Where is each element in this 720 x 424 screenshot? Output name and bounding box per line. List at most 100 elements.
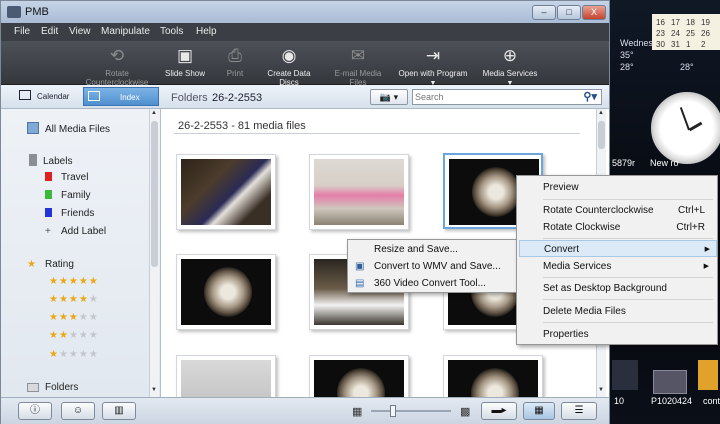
menu-item-convert-to-wmv[interactable]: ▣ Convert to WMV and Save... — [350, 258, 514, 275]
clock-hour-hand — [688, 121, 703, 132]
weather-temp: 35° — [620, 50, 634, 60]
search-input[interactable] — [415, 91, 575, 103]
desktop-icon-label[interactable]: 5879r — [612, 158, 635, 168]
menu-item-label: 360 Video Convert Tool... — [374, 278, 486, 289]
sidebar-item-family[interactable]: Family — [45, 190, 90, 201]
menu-item-label: Resize and Save... — [374, 244, 458, 255]
desktop-icon-label[interactable]: 10 — [614, 396, 624, 406]
menu-separator — [543, 199, 713, 200]
calendar-day: 16 — [656, 18, 665, 27]
tab-calendar-label: Calendar — [37, 92, 70, 101]
menu-tools[interactable]: Tools — [160, 26, 183, 37]
header-divider — [174, 133, 580, 134]
menu-item-resize-and-save[interactable]: Resize and Save... — [350, 241, 514, 258]
media-thumbnail[interactable] — [309, 154, 409, 230]
scrollbar-thumb[interactable] — [598, 121, 605, 149]
zoom-slider-handle[interactable] — [390, 405, 396, 417]
menu-item-360-video-convert[interactable]: ▤ 360 Video Convert Tool... — [350, 275, 514, 292]
rotate-counterclockwise-button[interactable]: ⟲ Rotate Counterclockwise — [75, 46, 159, 87]
print-button[interactable]: ⎙ Print — [223, 46, 247, 78]
open-with-program-button[interactable]: ⇥ Open with Program ▼ — [397, 46, 469, 87]
menu-item-delete-media-files[interactable]: Delete Media Files — [519, 303, 715, 320]
email-media-files-button[interactable]: ✉ E-mail Media Files — [326, 46, 390, 87]
menu-item-rotate-counterclockwise[interactable]: Rotate Counterclockwise Ctrl+L — [519, 202, 715, 219]
desktop-icon-label[interactable]: P1020424 — [651, 396, 692, 406]
media-thumbnail[interactable] — [176, 154, 276, 230]
scroll-up-icon[interactable]: ▲ — [598, 110, 604, 116]
weather-temp: 28° — [680, 62, 694, 72]
calendar-icon: cal — [19, 90, 31, 100]
rating-filter-2[interactable]: ★★★★★ — [49, 330, 99, 341]
menu-item-properties[interactable]: Properties — [519, 326, 715, 343]
navigation-bar: calCalendar gridIndex Folders 26-2-2553 … — [1, 85, 609, 109]
sidebar-scrollbar[interactable]: ▲ ▼ — [149, 109, 159, 397]
slideshow-view-button[interactable]: ▬▸ — [481, 402, 517, 420]
menu-manipulate[interactable]: Manipulate — [101, 26, 150, 37]
scroll-down-icon[interactable]: ▼ — [151, 387, 157, 393]
clock-minute-hand — [679, 107, 690, 131]
create-data-discs-button[interactable]: ◉ Create Data Discs — [257, 46, 321, 87]
scrollbar-thumb[interactable] — [151, 121, 158, 267]
rating-filter-4[interactable]: ★★★★★ — [49, 294, 99, 305]
menu-item-label: Preview — [543, 182, 579, 193]
zoom-slider[interactable] — [371, 410, 451, 412]
scroll-up-icon[interactable]: ▲ — [151, 110, 157, 116]
menu-item-preview[interactable]: Preview — [519, 179, 715, 196]
photo-toy-airplane — [314, 159, 404, 225]
sidebar-heading-rating[interactable]: ★ Rating — [27, 259, 74, 270]
desktop-icon-label[interactable]: cont — [703, 396, 720, 406]
grid-view-button[interactable]: ▦ — [523, 402, 555, 420]
person-button[interactable]: ☺ — [61, 402, 95, 420]
rating-filter-3[interactable]: ★★★★★ — [49, 312, 99, 323]
list-view-button[interactable]: ☰ — [561, 402, 597, 420]
sidebar-item-travel[interactable]: Travel — [45, 172, 88, 183]
desktop-file-icon[interactable] — [612, 360, 638, 390]
search-box: ⚲▾ — [412, 89, 602, 105]
sidebar-item-friends[interactable]: Friends — [45, 208, 94, 219]
tab-index[interactable]: grid Index — [83, 87, 159, 106]
menu-item-set-desktop-background[interactable]: Set as Desktop Background — [519, 280, 715, 297]
slide-show-label: Slide Show — [164, 69, 206, 78]
sidebar-heading-labels[interactable]: Labels — [29, 154, 72, 167]
scroll-down-icon[interactable]: ▼ — [598, 387, 604, 393]
desktop-icon-label[interactable]: New ro — [650, 158, 679, 168]
info-button[interactable]: ⓘ — [18, 402, 52, 420]
photo-room-with-screen — [181, 159, 271, 225]
media-thumbnail[interactable] — [176, 254, 276, 330]
grid-icon: ▦ — [534, 405, 544, 416]
tab-calendar[interactable]: cal Calendar — [15, 87, 81, 106]
menu-item-rotate-clockwise[interactable]: Rotate Clockwise Ctrl+R — [519, 219, 715, 236]
menu-edit[interactable]: Edit — [41, 26, 58, 37]
desktop-video-thumbnail-icon[interactable] — [653, 370, 687, 394]
map-button[interactable]: ▥ — [102, 402, 136, 420]
add-label-button[interactable]: + Add Label — [45, 226, 106, 237]
sidebar-item-label: Friends — [61, 208, 95, 219]
title-bar[interactable]: PMB – □ X — [1, 1, 609, 23]
rating-filter-1[interactable]: ★★★★★ — [49, 349, 99, 360]
media-files-icon — [27, 122, 39, 134]
small-thumbnails-icon[interactable]: ▦ — [352, 405, 362, 418]
camera-import-button[interactable]: 📷 ▾ — [370, 89, 408, 105]
search-icon[interactable]: ⚲▾ — [583, 90, 597, 103]
close-button[interactable]: X — [582, 5, 606, 20]
media-services-button[interactable]: ⊕ Media Services ▼ — [479, 46, 541, 87]
menu-help[interactable]: Help — [196, 26, 217, 37]
maximize-button[interactable]: □ — [557, 5, 581, 20]
slide-show-button[interactable]: ▣ Slide Show — [164, 46, 206, 78]
folder-breadcrumb[interactable]: 26-2-2553 — [212, 92, 262, 104]
menu-item-label: Convert — [544, 244, 580, 255]
sidebar-heading-folders[interactable]: Folders — [27, 382, 78, 393]
menu-item-convert[interactable]: Convert ▶ — [519, 240, 717, 257]
menu-file[interactable]: File — [14, 26, 30, 37]
large-thumbnails-icon[interactable]: ▩ — [460, 405, 470, 418]
minimize-button[interactable]: – — [532, 5, 556, 20]
menu-item-media-services[interactable]: Media Services ▶ — [519, 258, 715, 275]
label-color-icon — [45, 172, 52, 181]
desktop-folder-icon[interactable] — [698, 360, 718, 390]
menu-view[interactable]: View — [69, 26, 91, 37]
add-label-text: Add Label — [61, 226, 107, 237]
rating-filter-5[interactable]: ★★★★★ — [49, 276, 99, 287]
sidebar-item-all-media[interactable]: All Media Files — [27, 122, 110, 135]
sidebar-item-label: Travel — [61, 172, 89, 183]
menu-item-label: Rotate Clockwise — [543, 222, 621, 233]
